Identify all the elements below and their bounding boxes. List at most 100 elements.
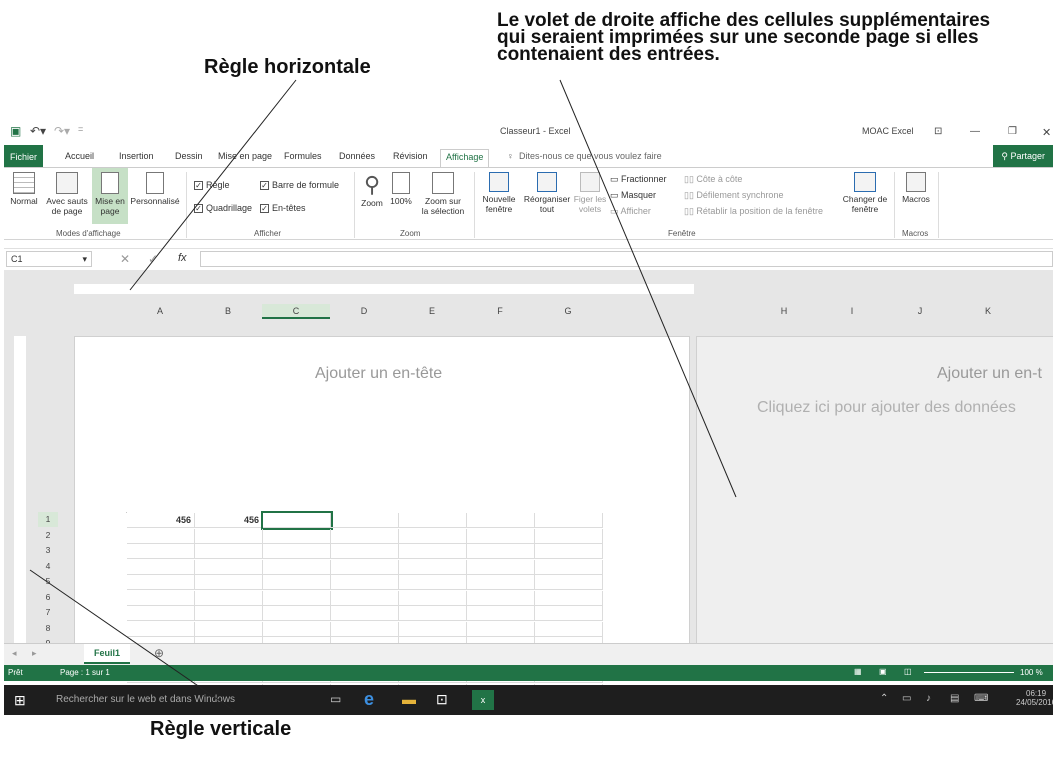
column-header-b[interactable]: B <box>194 304 262 319</box>
sync-scroll-button[interactable]: ▯▯ Défilement synchrone <box>684 190 783 201</box>
ruler-checkbox[interactable]: ✓ Règle <box>194 180 230 191</box>
name-box[interactable]: C1 ▾ <box>6 251 92 267</box>
cell-f3[interactable] <box>467 544 535 559</box>
windows-icon[interactable]: ⊞ <box>14 692 26 709</box>
cell-e5[interactable] <box>399 575 467 590</box>
volume-icon[interactable]: ♪ <box>926 693 931 704</box>
tell-me-input[interactable]: Dites-nous ce que vous voulez faire <box>514 149 667 167</box>
row-header-8[interactable]: 8 <box>38 621 58 636</box>
cell-c2[interactable] <box>263 528 331 544</box>
restore-icon[interactable]: ❐ <box>1008 126 1017 137</box>
cell-a8[interactable] <box>127 621 195 637</box>
cell-e2[interactable] <box>399 528 467 544</box>
tab-home[interactable]: Accueil <box>60 149 99 167</box>
cell-f8[interactable] <box>467 621 535 637</box>
cell-c8[interactable] <box>263 621 331 637</box>
cell-d3[interactable] <box>331 544 399 559</box>
customize-icon[interactable]: = <box>78 124 83 134</box>
close-icon[interactable]: ✕ <box>1042 126 1051 139</box>
column-header-a[interactable]: A <box>126 304 194 319</box>
cell-b2[interactable] <box>195 528 263 544</box>
column-header-g[interactable]: G <box>534 304 602 319</box>
headings-checkbox[interactable]: ✓ En-têtes <box>260 203 306 214</box>
cell-c6[interactable] <box>263 590 331 606</box>
row-header-3[interactable]: 3 <box>38 543 58 558</box>
tab-formulas[interactable]: Formules <box>279 149 327 167</box>
switch-windows-button[interactable]: Changer de fenêtre <box>840 172 890 214</box>
row-header-5[interactable]: 5 <box>38 574 58 589</box>
new-window-button[interactable]: Nouvelle fenêtre <box>476 172 522 214</box>
tab-file[interactable]: Fichier <box>4 145 44 167</box>
row-header-6[interactable]: 6 <box>38 590 58 605</box>
edge-icon[interactable]: e <box>364 689 374 710</box>
share-button[interactable]: ⚲ Partager <box>993 145 1053 167</box>
cell-g3[interactable] <box>535 544 603 559</box>
cell-g4[interactable] <box>535 559 603 575</box>
arrange-all-button[interactable]: Réorganiser tout <box>522 172 572 214</box>
add-sheet-icon[interactable]: ⊕ <box>154 646 164 660</box>
cell-c1[interactable] <box>261 511 333 530</box>
cell-g8[interactable] <box>535 621 603 637</box>
chevron-up-icon[interactable]: ⌃ <box>880 693 888 704</box>
prev-sheet-icon[interactable]: ◂ <box>12 648 17 659</box>
tab-view[interactable]: Affichage <box>440 149 490 167</box>
layout-view-icon[interactable]: ▣ <box>879 667 887 676</box>
tab-page-layout[interactable]: Mise en page <box>213 149 277 167</box>
cell-g1[interactable] <box>535 513 603 528</box>
freeze-panes-button[interactable]: Figer les volets <box>570 172 610 214</box>
page-break-view-button[interactable]: Avec sauts de page <box>44 172 90 216</box>
network-icon[interactable]: ▭ <box>902 693 911 704</box>
zoom-selection-button[interactable]: Zoom sur la sélection <box>416 172 470 216</box>
cell-a3[interactable] <box>127 544 195 559</box>
enter-icon[interactable]: ✓ <box>148 252 158 266</box>
cell-d7[interactable] <box>331 606 399 621</box>
cell-c7[interactable] <box>263 606 331 621</box>
cell-b8[interactable] <box>195 621 263 637</box>
task-view-icon[interactable]: ▭ <box>330 692 341 706</box>
cell-d6[interactable] <box>331 590 399 606</box>
cell-f2[interactable] <box>467 528 535 544</box>
row-header-4[interactable]: 4 <box>38 559 58 574</box>
cell-f5[interactable] <box>467 575 535 590</box>
row-header-7[interactable]: 7 <box>38 605 58 620</box>
split-button[interactable]: ▭ Fractionner <box>610 174 667 185</box>
cell-a4[interactable] <box>127 559 195 575</box>
tab-review[interactable]: Révision <box>388 149 433 167</box>
column-header-k[interactable]: K <box>954 304 1022 319</box>
cell-g5[interactable] <box>535 575 603 590</box>
save-icon[interactable]: ▣ <box>10 124 21 138</box>
cell-a1[interactable]: 456 <box>127 513 195 528</box>
cell-a2[interactable] <box>127 528 195 544</box>
reset-position-button[interactable]: ▯▯ Rétablir la position de la fenêtre <box>684 206 823 217</box>
cell-e7[interactable] <box>399 606 467 621</box>
cell-grid[interactable]: 456 456 <box>126 511 603 685</box>
hide-button[interactable]: ▭ Masquer <box>610 190 656 201</box>
cell-d2[interactable] <box>331 528 399 544</box>
column-header-j[interactable]: J <box>886 304 954 319</box>
undo-icon[interactable]: ↶▾ <box>30 124 46 138</box>
row-header-2[interactable]: 2 <box>38 528 58 543</box>
cell-d5[interactable] <box>331 575 399 590</box>
redo-icon[interactable]: ↷▾ <box>54 124 70 138</box>
cell-f4[interactable] <box>467 559 535 575</box>
cell-d1[interactable] <box>331 513 399 528</box>
column-header-e[interactable]: E <box>398 304 466 319</box>
zoom-100-button[interactable]: 100% <box>388 172 414 206</box>
account-name[interactable]: MOAC Excel <box>862 126 914 136</box>
folder-icon[interactable]: ▬ <box>402 691 416 707</box>
cell-g2[interactable] <box>535 528 603 544</box>
cell-d8[interactable] <box>331 621 399 637</box>
cell-b3[interactable] <box>195 544 263 559</box>
cell-b4[interactable] <box>195 559 263 575</box>
cell-f6[interactable] <box>467 590 535 606</box>
custom-view-button[interactable]: Personnalisé <box>130 172 180 206</box>
unhide-button[interactable]: ▭ Afficher <box>610 206 651 217</box>
add-header-label[interactable]: Ajouter un en-tête <box>315 365 442 383</box>
row-header-1[interactable]: 1 <box>38 512 58 527</box>
cell-c5[interactable] <box>263 575 331 590</box>
cell-b7[interactable] <box>195 606 263 621</box>
cell-b6[interactable] <box>195 590 263 606</box>
cell-e1[interactable] <box>399 513 467 528</box>
notification-icon[interactable]: ▤ <box>950 693 959 704</box>
page-break-view-icon[interactable]: ◫ <box>904 667 912 676</box>
